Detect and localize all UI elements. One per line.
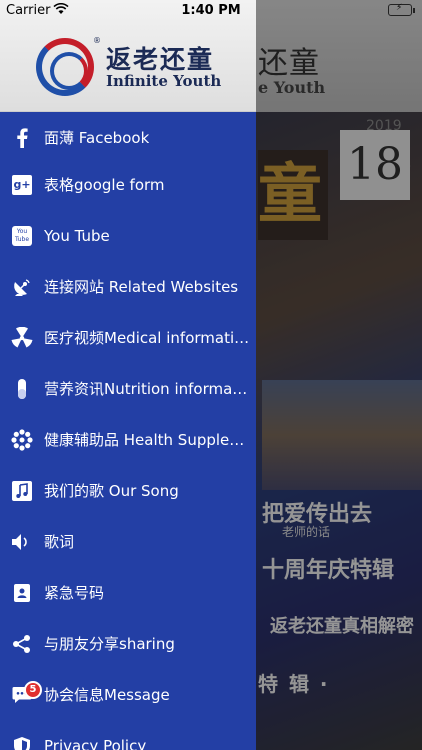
menu-item-share[interactable]: 与朋友分享sharing	[0, 618, 256, 669]
menu-item-emergency-numbers[interactable]: 紧急号码	[0, 567, 256, 618]
menu-item-label: 表格google form	[44, 176, 165, 194]
registered-mark: ®	[93, 36, 101, 45]
menu-item-label: 与朋友分享sharing	[44, 635, 175, 653]
logo-icon	[36, 38, 94, 96]
status-time: 1:40 PM	[181, 3, 241, 18]
status-bar: Carrier 1:40 PM	[0, 0, 422, 22]
battery-icon	[388, 4, 412, 16]
drawer-menu: 面薄 Facebook g+ 表格google form You Tube You…	[0, 112, 256, 750]
navigation-drawer: ® 返老还童 Infinite Youth 面薄 Facebook g+ 表格g…	[0, 0, 256, 750]
logo-english-name: Infinite Youth	[106, 72, 222, 90]
menu-item-label: 连接网站 Related Websites	[44, 278, 239, 296]
radiation-icon	[0, 312, 44, 363]
menu-item-label: 协会信息Message	[44, 686, 170, 704]
menu-item-youtube[interactable]: You Tube You Tube	[0, 210, 256, 261]
menu-item-our-song[interactable]: 我们的歌 Our Song	[0, 465, 256, 516]
shield-icon	[0, 720, 44, 750]
contact-book-icon	[0, 567, 44, 618]
share-icon	[0, 618, 44, 669]
menu-item-label: 我们的歌 Our Song	[44, 482, 179, 500]
menu-item-message[interactable]: 5 协会信息Message	[0, 669, 256, 720]
pill-icon	[0, 363, 44, 414]
menu-item-medical-videos[interactable]: 医疗视频Medical information videos	[0, 312, 256, 363]
menu-item-label: 面薄 Facebook	[44, 129, 150, 147]
satellite-icon	[0, 261, 44, 312]
menu-item-google-form[interactable]: g+ 表格google form	[0, 159, 256, 210]
facebook-icon	[0, 112, 44, 163]
music-note-icon	[0, 465, 44, 516]
youtube-icon: You Tube	[0, 210, 44, 261]
menu-item-facebook[interactable]: 面薄 Facebook	[0, 112, 256, 163]
menu-item-label: 紧急号码	[44, 584, 105, 602]
battery-tip	[413, 8, 415, 13]
menu-item-health-supplements[interactable]: 健康辅助品 Health Supplements	[0, 414, 256, 465]
logo-chinese-name: 返老还童	[106, 45, 215, 74]
menu-item-label: 歌词	[44, 533, 75, 551]
menu-item-nutrition[interactable]: 营养资讯Nutrition information	[0, 363, 256, 414]
speaker-icon	[0, 516, 44, 567]
notification-badge: 5	[24, 681, 42, 699]
menu-item-label: 营养资讯Nutrition information	[44, 380, 250, 398]
menu-item-label: Privacy Policy	[44, 736, 147, 750]
menu-item-lyrics[interactable]: 歌词	[0, 516, 256, 567]
menu-item-related-websites[interactable]: 连接网站 Related Websites	[0, 261, 256, 312]
chat-icon: 5	[0, 669, 44, 720]
menu-item-privacy-policy[interactable]: Privacy Policy	[0, 720, 256, 750]
menu-item-label: 医疗视频Medical information videos	[44, 329, 250, 347]
dim-overlay[interactable]	[255, 0, 422, 750]
flower-icon	[0, 414, 44, 465]
menu-item-label: 健康辅助品 Health Supplements	[44, 431, 250, 449]
menu-item-label: You Tube	[44, 226, 110, 245]
google-plus-icon: g+	[0, 159, 44, 210]
